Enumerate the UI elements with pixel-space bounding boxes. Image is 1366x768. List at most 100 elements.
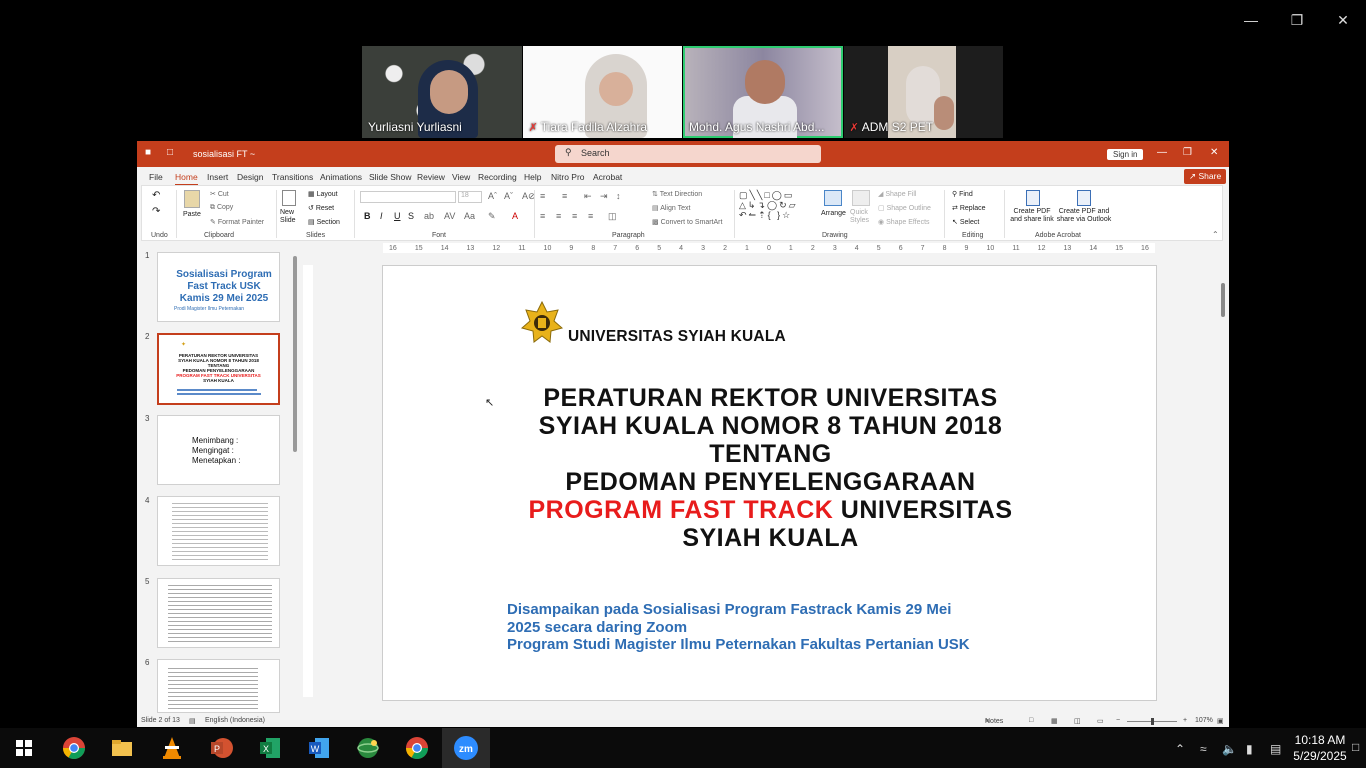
create-pdf-icon[interactable] [1026, 190, 1040, 206]
shape-effects-button[interactable]: Shape Effects [886, 219, 929, 226]
network-globe-icon[interactable] [354, 734, 382, 762]
select-button[interactable]: Select [960, 219, 979, 226]
slideshow-icon[interactable]: ▭ [1097, 717, 1104, 725]
restore-icon[interactable]: ❐ [1274, 8, 1320, 32]
increase-indent-icon[interactable]: ⇥ [600, 191, 608, 202]
minimize-icon[interactable]: — [1228, 8, 1274, 32]
change-case-icon[interactable]: Aa [464, 211, 475, 221]
undo-icon[interactable]: ↶ [152, 190, 160, 201]
align-text-button[interactable]: Align Text [660, 205, 690, 212]
slide-thumbnail-4[interactable] [157, 496, 280, 566]
paste-icon[interactable] [184, 190, 200, 208]
language-icon[interactable]: ▤ [1270, 742, 1281, 756]
shapes-gallery[interactable]: ▢╲╲□◯▭ △↳↴◯↻▱ ↶↼⇡{ }☆ [739, 190, 809, 222]
tab-nitro-pro[interactable]: Nitro Pro [551, 172, 585, 182]
quick-styles-button[interactable]: Quick Styles [850, 209, 872, 225]
copy-button[interactable]: Copy [217, 204, 233, 211]
underline-icon[interactable]: U [394, 211, 401, 221]
zoom-slider-thumb[interactable] [1151, 718, 1154, 725]
font-size-dropdown[interactable]: 18 [458, 191, 482, 203]
shape-outline-button[interactable]: Shape Outline [887, 205, 931, 212]
system-clock[interactable]: 10:18 AM 5/29/2025 [1288, 732, 1352, 764]
tab-slide-show[interactable]: Slide Show [369, 172, 412, 182]
autosave-icon[interactable]: □ [167, 147, 173, 158]
participant-video[interactable]: ✗ Tiara Fadila Alzahra [522, 46, 682, 138]
notifications-icon[interactable]: □ [1352, 740, 1359, 754]
windows-start-icon[interactable] [10, 734, 38, 762]
slide-thumbnail-5[interactable] [157, 578, 280, 648]
increase-font-icon[interactable]: Aˆ [488, 191, 497, 201]
font-name-dropdown[interactable] [360, 191, 456, 203]
sign-in-button[interactable]: Sign in [1107, 149, 1144, 160]
close-icon[interactable]: ✕ [1320, 8, 1366, 32]
redo-icon[interactable]: ↷ [152, 206, 160, 217]
cut-button[interactable]: Cut [218, 191, 229, 198]
close-icon[interactable]: ✕ [1210, 147, 1218, 158]
zoom-app-icon[interactable]: zm [452, 734, 480, 762]
tab-transitions[interactable]: Transitions [272, 172, 313, 182]
accessibility-icon[interactable]: ▤ [189, 717, 196, 725]
section-button[interactable]: Section [317, 219, 340, 226]
participant-video[interactable]: ✗ ADM S2 PET [843, 46, 1003, 138]
show-hidden-icons-icon[interactable]: ⌃ [1175, 742, 1185, 756]
decrease-indent-icon[interactable]: ⇤ [584, 191, 592, 202]
new-slide-icon[interactable] [282, 190, 296, 206]
align-left-icon[interactable]: ≡ [540, 211, 545, 221]
word-icon[interactable]: W [305, 734, 333, 762]
shadow-icon[interactable]: S [408, 211, 414, 221]
fit-slide-icon[interactable]: ▣ [1217, 717, 1224, 725]
tab-file[interactable]: File [149, 172, 163, 182]
arrange-button[interactable]: Arrange [821, 210, 846, 217]
create-pdf-outlook-icon[interactable] [1077, 190, 1091, 206]
thumbnails-scrollbar[interactable] [292, 252, 298, 712]
tab-animations[interactable]: Animations [320, 172, 362, 182]
quick-styles-icon[interactable] [852, 190, 870, 206]
slide-canvas[interactable]: UNIVERSITAS SYIAH KUALA PERATURAN REKTOR… [382, 265, 1157, 701]
reading-view-icon[interactable]: ◫ [1074, 717, 1081, 725]
chrome-icon-2[interactable] [403, 734, 431, 762]
arrange-icon[interactable] [824, 190, 842, 206]
line-spacing-icon[interactable]: ↕ [616, 191, 621, 201]
reset-button[interactable]: Reset [316, 205, 334, 212]
columns-icon[interactable]: ◫ [608, 211, 617, 222]
slide-thumbnail-3[interactable]: Menimbang : Mengingat : Menetapkan : [157, 415, 280, 485]
convert-smartart-button[interactable]: Convert to SmartArt [661, 219, 723, 226]
create-pdf-outlook-button[interactable]: Create PDF and share via Outlook [1056, 208, 1112, 224]
tab-help[interactable]: Help [524, 172, 541, 182]
create-pdf-share-link-button[interactable]: Create PDF and share link [1008, 208, 1056, 224]
collapse-ribbon-icon[interactable]: ⌃ [1212, 230, 1219, 239]
bullets-icon[interactable]: ≡ [540, 191, 545, 201]
layout-button[interactable]: Layout [317, 191, 338, 198]
align-center-icon[interactable]: ≡ [556, 211, 561, 221]
battery-icon[interactable]: ▮ [1246, 742, 1253, 756]
vlc-icon[interactable] [158, 734, 186, 762]
slide-sorter-icon[interactable]: ▦ [1051, 717, 1058, 725]
highlight-icon[interactable]: ✎ [488, 211, 496, 222]
normal-view-icon[interactable]: □ [1029, 717, 1033, 724]
tab-review[interactable]: Review [417, 172, 445, 182]
minimize-icon[interactable]: — [1157, 147, 1167, 158]
shape-fill-button[interactable]: Shape Fill [885, 191, 916, 198]
search-box[interactable]: ⚲ Search [555, 145, 821, 163]
notes-button[interactable]: Notes [985, 718, 1003, 725]
participant-video-active-speaker[interactable]: Mohd. Agus Nashri Abd... [683, 46, 843, 138]
tab-design[interactable]: Design [237, 172, 263, 182]
language-indicator[interactable]: English (Indonesia) [205, 717, 265, 724]
zoom-in-icon[interactable]: + [1183, 717, 1187, 724]
tab-recording[interactable]: Recording [478, 172, 517, 182]
chrome-icon[interactable] [60, 734, 88, 762]
volume-icon[interactable]: 🔈 [1222, 742, 1237, 756]
restore-icon[interactable]: ❐ [1183, 147, 1192, 158]
paste-button[interactable]: Paste [183, 211, 201, 218]
find-button[interactable]: Find [959, 191, 973, 198]
wifi-icon[interactable]: ≈ [1200, 742, 1207, 756]
font-color-icon[interactable]: A [512, 211, 518, 221]
char-spacing-icon[interactable]: AV [444, 211, 455, 221]
strikethrough-icon[interactable]: ab [424, 211, 434, 221]
justify-icon[interactable]: ≡ [588, 211, 593, 221]
zoom-level[interactable]: 107% [1195, 717, 1213, 724]
tab-home[interactable]: Home [175, 172, 198, 186]
zoom-out-icon[interactable]: − [1116, 717, 1120, 724]
document-title[interactable]: sosialisasi FT ~ [193, 149, 255, 159]
slide-scrollbar[interactable] [1219, 241, 1227, 711]
